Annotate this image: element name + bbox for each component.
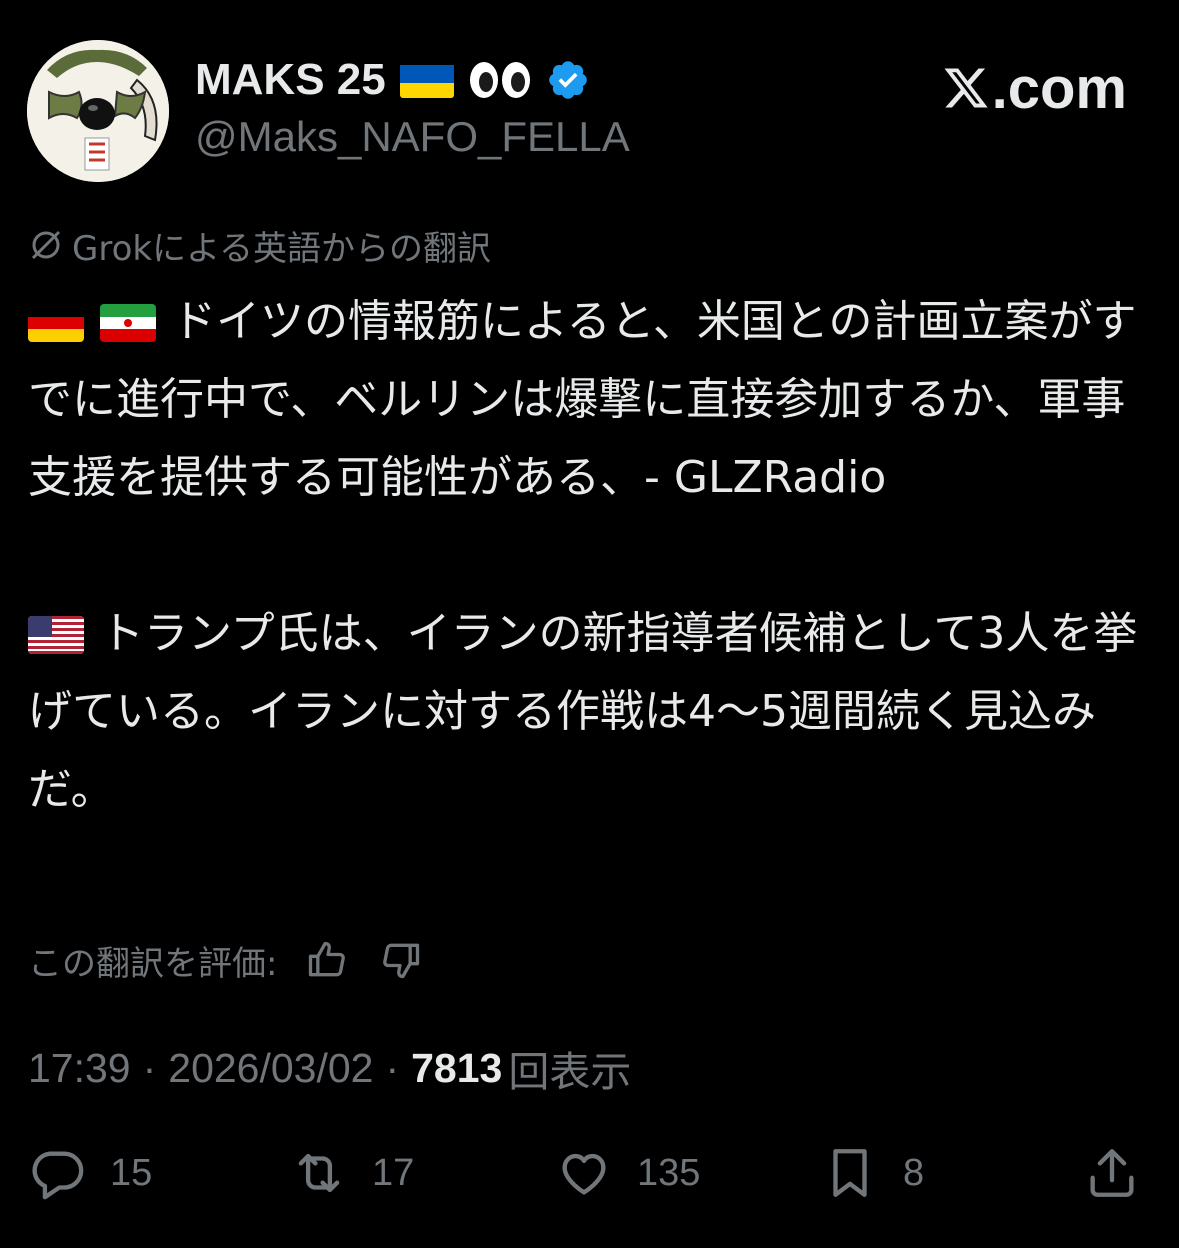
thumbs-down-button[interactable] bbox=[377, 936, 425, 984]
iran-flag-icon bbox=[100, 304, 156, 342]
tweet-meta: 17:39 · 2026/03/02 · 7813 回表示 bbox=[28, 1040, 631, 1096]
reply-icon bbox=[32, 1151, 84, 1200]
thumbs-up-button[interactable] bbox=[303, 936, 351, 984]
eyes-emoji-icon bbox=[468, 60, 532, 100]
usa-flag-icon bbox=[28, 616, 84, 654]
views-label: 回表示 bbox=[508, 1049, 632, 1095]
author-display-name-row[interactable]: MAKS 25 bbox=[195, 52, 590, 108]
author-display-name[interactable]: MAKS 25 bbox=[195, 55, 386, 105]
share-icon bbox=[1090, 1149, 1134, 1197]
repost-button[interactable]: 17 bbox=[290, 1140, 414, 1206]
tweet-text: ドイツの情報筋によると、米国との計画立案がすでに進行中で、ベルリンは爆撃に直接参… bbox=[28, 283, 1158, 829]
avatar[interactable] bbox=[27, 40, 169, 182]
brand-domain: .com bbox=[991, 55, 1127, 121]
translation-note-text: Grokによる英語からの翻訳 bbox=[72, 228, 492, 269]
thumbs-down-icon bbox=[383, 943, 420, 979]
thumbs-up-icon bbox=[309, 941, 346, 977]
verified-badge-icon[interactable] bbox=[546, 58, 590, 102]
repost-icon bbox=[298, 1153, 340, 1193]
author-handle[interactable]: @Maks_NAFO_FELLA bbox=[195, 113, 630, 161]
tweet-paragraph-1-text: ドイツの情報筋によると、米国との計画立案がすでに進行中で、ベルリンは爆撃に直接参… bbox=[28, 296, 1137, 503]
reply-count: 15 bbox=[110, 1151, 153, 1194]
tweet-paragraph-2: トランプ氏は、イランの新指導者候補として3人を挙げている。イランに対する作戦は4… bbox=[28, 595, 1158, 829]
germany-flag-icon bbox=[28, 304, 84, 342]
x-logo-icon bbox=[944, 68, 988, 108]
tweet-paragraph-2-text: トランプ氏は、イランの新指導者候補として3人を挙げている。イランに対する作戦は4… bbox=[28, 608, 1138, 815]
bookmark-icon bbox=[833, 1149, 867, 1197]
x-brand-logo: .com bbox=[942, 55, 1127, 121]
tweet-time[interactable]: 17:39 bbox=[28, 1045, 131, 1092]
like-count: 135 bbox=[637, 1151, 701, 1194]
avatar-image bbox=[27, 40, 169, 182]
meta-separator-2: · bbox=[385, 1044, 400, 1091]
repost-count: 17 bbox=[372, 1151, 415, 1194]
bookmark-button[interactable]: 8 bbox=[821, 1140, 924, 1206]
bookmark-count: 8 bbox=[903, 1151, 925, 1194]
rate-translation-row: この翻訳を評価: bbox=[28, 930, 425, 990]
tweet-date[interactable]: 2026/03/02 bbox=[168, 1045, 373, 1092]
like-button[interactable]: 135 bbox=[555, 1140, 700, 1206]
translate-icon bbox=[31, 230, 61, 260]
views-count[interactable]: 7813 bbox=[411, 1045, 502, 1092]
rate-translation-label: この翻訳を評価: bbox=[28, 943, 278, 984]
heart-icon bbox=[562, 1153, 606, 1195]
meta-separator-1: · bbox=[142, 1044, 157, 1091]
ukraine-flag-icon bbox=[399, 62, 454, 98]
reply-button[interactable]: 15 bbox=[28, 1140, 152, 1206]
tweet-action-bar: 15 17 135 8 bbox=[28, 1140, 1148, 1206]
translation-note: Grokによる英語からの翻訳 bbox=[28, 220, 491, 270]
tweet-paragraph-1: ドイツの情報筋によると、米国との計画立案がすでに進行中で、ベルリンは爆撃に直接参… bbox=[28, 283, 1158, 517]
share-button[interactable] bbox=[1083, 1140, 1141, 1206]
